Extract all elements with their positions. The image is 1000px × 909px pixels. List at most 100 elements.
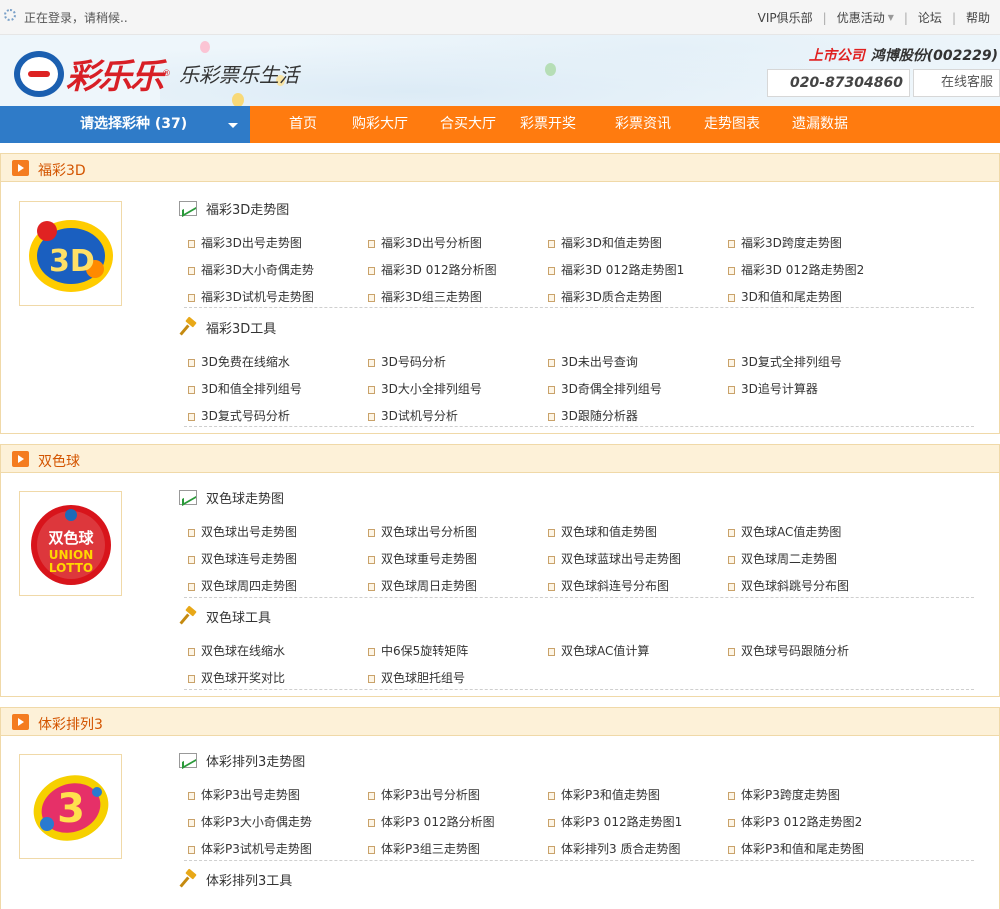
online-service-button[interactable]: 在线客服 <box>913 69 1000 97</box>
top-links: VIP俱乐部 | 优惠活动 ▼ | 论坛 | 帮助 <box>757 9 990 26</box>
chart-link[interactable]: 体彩P3出号分析图 <box>368 786 480 803</box>
document-icon <box>728 819 735 827</box>
nav-missing-data[interactable]: 遗漏数据 <box>792 106 848 143</box>
svg-text:3D: 3D <box>49 244 95 279</box>
document-icon <box>368 556 375 564</box>
svg-text:双色球: 双色球 <box>48 529 94 547</box>
document-icon <box>188 648 195 656</box>
chart-link[interactable]: 双色球AC值走势图 <box>728 523 841 540</box>
site-header: 彩乐乐 ® 乐彩票乐生活 上市公司 鸿博股份(002229) 020-873048… <box>0 35 1000 106</box>
chart-link[interactable]: 双色球出号走势图 <box>188 523 297 540</box>
document-icon <box>188 792 195 800</box>
chart-link[interactable]: 体彩P3 012路走势图1 <box>548 813 682 830</box>
chart-link[interactable]: 3D和值和尾走势图 <box>728 288 842 305</box>
chart-link[interactable]: 双色球连号走势图 <box>188 550 297 567</box>
document-icon <box>188 240 195 248</box>
section-header: 双色球 <box>1 445 999 473</box>
slogan: 乐彩票乐生活 <box>179 63 299 87</box>
chart-link[interactable]: 福彩3D试机号走势图 <box>188 288 314 305</box>
chart-link[interactable]: 体彩P3跨度走势图 <box>728 786 840 803</box>
tool-link[interactable]: 3D免费在线缩水 <box>188 353 290 370</box>
document-icon <box>548 583 555 591</box>
document-icon <box>188 846 195 854</box>
chart-link[interactable]: 福彩3D出号分析图 <box>368 234 482 251</box>
chart-link[interactable]: 体彩P3 012路走势图2 <box>728 813 862 830</box>
nav-home[interactable]: 首页 <box>289 106 317 143</box>
section-title[interactable]: 双色球 <box>38 451 80 471</box>
chart-link[interactable]: 双色球重号走势图 <box>368 550 477 567</box>
chart-link[interactable]: 体彩P3试机号走势图 <box>188 840 312 857</box>
main-nav: 请选择彩种 (37) 首页 购彩大厅 合买大厅 彩票开奖 彩票资讯 走势图表 遗… <box>0 106 1000 143</box>
tool-link[interactable]: 双色球在线缩水 <box>188 642 285 659</box>
fc3d-logo[interactable]: 3D <box>19 201 122 306</box>
document-icon <box>728 267 735 275</box>
document-icon <box>188 556 195 564</box>
chart-link[interactable]: 双色球周二走势图 <box>728 550 837 567</box>
chart-link[interactable]: 福彩3D大小奇偶走势 <box>188 261 314 278</box>
tool-link[interactable]: 3D大小全排列组号 <box>368 380 482 397</box>
document-icon <box>548 359 555 367</box>
lottery-type-select[interactable]: 请选择彩种 (37) <box>0 106 250 143</box>
chart-link[interactable]: 体彩P3 012路分析图 <box>368 813 495 830</box>
chart-link[interactable]: 双色球和值走势图 <box>548 523 657 540</box>
tool-link[interactable]: 3D号码分析 <box>368 353 446 370</box>
chart-link[interactable]: 福彩3D跨度走势图 <box>728 234 842 251</box>
chart-link[interactable]: 体彩P3组三走势图 <box>368 840 480 857</box>
tool-link[interactable]: 双色球AC值计算 <box>548 642 649 659</box>
chart-link[interactable]: 双色球蓝球出号走势图 <box>548 550 681 567</box>
chart-link[interactable]: 福彩3D 012路走势图1 <box>548 261 684 278</box>
chart-link[interactable]: 体彩P3和值和尾走势图 <box>728 840 864 857</box>
divider <box>184 597 974 598</box>
p3-logo[interactable]: 3 <box>19 754 122 859</box>
chart-link[interactable]: 双色球斜跳号分布图 <box>728 577 849 594</box>
section-title[interactable]: 体彩排列3 <box>38 714 103 734</box>
nav-lottery-hall[interactable]: 购彩大厅 <box>352 106 408 143</box>
tool-link[interactable]: 3D追号计算器 <box>728 380 818 397</box>
nav-news[interactable]: 彩票资讯 <box>615 106 671 143</box>
tool-link[interactable]: 中6保5旋转矩阵 <box>368 642 468 659</box>
chart-link[interactable]: 福彩3D 012路分析图 <box>368 261 497 278</box>
tool-link[interactable]: 双色球号码跟随分析 <box>728 642 849 659</box>
forum-link[interactable]: 论坛 <box>918 9 942 26</box>
ssq-logo[interactable]: 双色球 UNION LOTTO <box>19 491 122 596</box>
chart-link[interactable]: 福彩3D组三走势图 <box>368 288 482 305</box>
chart-link[interactable]: 体彩P3出号走势图 <box>188 786 300 803</box>
nav-draw-results[interactable]: 彩票开奖 <box>520 106 576 143</box>
tool-link[interactable]: 双色球开奖对比 <box>188 669 285 686</box>
section-header: 福彩3D <box>1 154 999 182</box>
tool-link[interactable]: 3D奇偶全排列组号 <box>548 380 662 397</box>
tool-link[interactable]: 3D跟随分析器 <box>548 407 638 424</box>
nav-group-buy[interactable]: 合买大厅 <box>440 106 496 143</box>
chart-link[interactable]: 体彩P3大小奇偶走势 <box>188 813 312 830</box>
section-title[interactable]: 福彩3D <box>38 160 86 180</box>
chart-link[interactable]: 体彩P3和值走势图 <box>548 786 660 803</box>
fc3d-logo-image: 3D <box>28 219 113 292</box>
chart-link[interactable]: 福彩3D出号走势图 <box>188 234 302 251</box>
tool-link[interactable]: 3D复式号码分析 <box>188 407 290 424</box>
tool-link[interactable]: 3D复式全排列组号 <box>728 353 842 370</box>
chart-link[interactable]: 双色球周日走势图 <box>368 577 477 594</box>
chart-link[interactable]: 福彩3D和值走势图 <box>548 234 662 251</box>
chart-link[interactable]: 福彩3D 012路走势图2 <box>728 261 864 278</box>
tool-link[interactable]: 3D试机号分析 <box>368 407 458 424</box>
hotline-phone: 020-87304860 <box>767 69 910 97</box>
vip-club-link[interactable]: VIP俱乐部 <box>758 9 813 26</box>
document-icon <box>728 359 735 367</box>
chart-link[interactable]: 双色球周四走势图 <box>188 577 297 594</box>
promotions-link[interactable]: 优惠活动 ▼ <box>837 9 894 26</box>
document-icon <box>188 583 195 591</box>
tool-subheader: 体彩排列3工具 <box>179 870 292 889</box>
chart-link[interactable]: 体彩排列3 质合走势图 <box>548 840 680 857</box>
nav-trend-charts[interactable]: 走势图表 <box>704 106 760 143</box>
document-icon <box>548 846 555 854</box>
site-logo[interactable]: 彩乐乐 ® 乐彩票乐生活 <box>14 49 299 98</box>
dropdown-arrow-icon <box>228 123 238 128</box>
chart-link[interactable]: 福彩3D质合走势图 <box>548 288 662 305</box>
help-link[interactable]: 帮助 <box>966 9 990 26</box>
tool-link[interactable]: 3D未出号查询 <box>548 353 638 370</box>
chart-link[interactable]: 双色球斜连号分布图 <box>548 577 669 594</box>
tool-link[interactable]: 3D和值全排列组号 <box>188 380 302 397</box>
tool-link[interactable]: 双色球胆托组号 <box>368 669 465 686</box>
chart-link[interactable]: 双色球出号分析图 <box>368 523 477 540</box>
login-status: 正在登录，请稍候.. <box>24 11 128 25</box>
